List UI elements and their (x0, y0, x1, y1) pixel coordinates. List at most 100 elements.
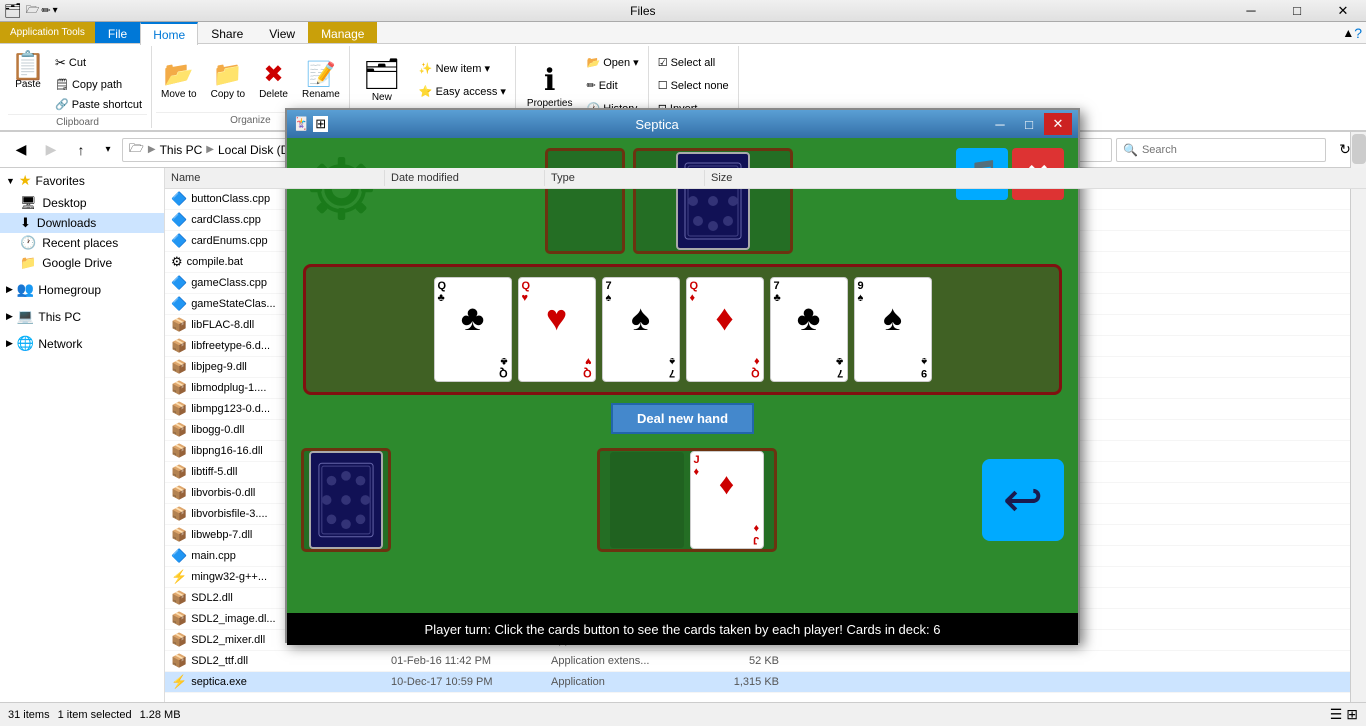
file-type-icon: 📦 (171, 464, 187, 480)
tab-home[interactable]: Home (140, 22, 198, 45)
title-bar-icons: 🗁 ✏ ▾ (26, 1, 58, 20)
ribbon-expand[interactable]: ▲ (1342, 26, 1354, 40)
top-card-slot (545, 148, 793, 254)
tab-share[interactable]: Share (198, 22, 256, 43)
help-button[interactable]: ? (1354, 25, 1362, 41)
title-bar: 🗂 🗁 ✏ ▾ Files ─ □ ✕ (0, 0, 1366, 22)
maximize-button[interactable]: □ (1274, 0, 1320, 22)
homegroup-header[interactable]: ▶ 👥 Homegroup (0, 277, 164, 302)
tab-manage[interactable]: Manage (308, 22, 377, 43)
delete-button[interactable]: ✖ Delete (254, 57, 293, 103)
this-pc-group: ▶ 💻 This PC (0, 304, 164, 329)
googledrive-icon: 📁 (20, 255, 36, 271)
col-header-type[interactable]: Type (545, 170, 705, 186)
close-button[interactable]: ✕ (1320, 0, 1366, 22)
properties-button[interactable]: ℹ Properties (520, 60, 580, 112)
selected-count: 1 item selected (58, 709, 132, 721)
card-7-clubs[interactable]: 7♣ ♣ 7♣ (770, 277, 848, 382)
file-type-icon: 📦 (171, 611, 187, 627)
file-date-cell: 10-Dec-17 10:59 PM (385, 675, 545, 689)
up-button[interactable]: ↑ (68, 137, 94, 163)
sidebar-item-googledrive[interactable]: 📁 Google Drive (0, 253, 164, 273)
favorites-header[interactable]: ▼ ★ Favorites (0, 168, 164, 193)
game-restore-button[interactable]: □ (1015, 113, 1043, 135)
edit-button[interactable]: ✏ Edit (582, 75, 644, 96)
card-q-clubs[interactable]: Q♣ ♣ Q♣ (434, 277, 512, 382)
card-q-hearts[interactable]: Q♥ ♥ Q♥ (518, 277, 596, 382)
file-type-icon: 📦 (171, 632, 187, 648)
col-header-size[interactable]: Size (705, 170, 785, 186)
forward-button[interactable]: ▶ (38, 137, 64, 163)
table-row[interactable]: ⚡ septica.exe 10-Dec-17 10:59 PM Applica… (165, 672, 1366, 693)
search-input[interactable] (1142, 144, 1319, 156)
chevron-right-icon: ▶ (6, 284, 13, 295)
tab-file[interactable]: File (95, 22, 140, 43)
file-type-icon: 📦 (171, 485, 187, 501)
sidebar-item-desktop[interactable]: 🖥 Desktop (0, 193, 164, 213)
file-type-icon: 🔷 (171, 233, 187, 249)
deal-new-hand-button[interactable]: Deal new hand (611, 403, 754, 434)
paste-shortcut-button[interactable]: 🔗 Paste shortcut (50, 95, 147, 114)
favorites-group: ▼ ★ Favorites 🖥 Desktop ⬇ Downloads 🕐 Re… (0, 168, 164, 273)
search-box[interactable]: 🔍 (1116, 138, 1326, 162)
file-type-icon: 📦 (171, 527, 187, 543)
card-9-spades[interactable]: 9♠ ♠ 9♠ (854, 277, 932, 382)
card-7-spades[interactable]: 7♠ ♠ 7♠ (602, 277, 680, 382)
recent-button[interactable]: ▾ (98, 137, 118, 163)
vertical-scrollbar[interactable] (1350, 132, 1366, 702)
col-header-date[interactable]: Date modified (385, 170, 545, 186)
search-icon: 🔍 (1123, 143, 1138, 157)
quick-access-1[interactable]: 🗁 (26, 1, 40, 20)
file-list-header: Name Date modified Type Size (165, 168, 1366, 189)
file-type-icon: 🔷 (171, 275, 187, 291)
back-button[interactable]: ◀ (8, 137, 34, 163)
tab-view[interactable]: View (256, 22, 308, 43)
view-tiles-button[interactable]: ⊞ (1346, 706, 1358, 723)
network-group: ▶ 🌐 Network (0, 331, 164, 356)
this-pc-header[interactable]: ▶ 💻 This PC (0, 304, 164, 329)
game-minimize-button[interactable]: ─ (986, 113, 1014, 135)
homegroup-group: ▶ 👥 Homegroup (0, 277, 164, 302)
app-window: 🗂 🗁 ✏ ▾ Files ─ □ ✕ Application Tools Fi… (0, 0, 1366, 726)
network-icon: 🌐 (17, 335, 34, 352)
this-pc-icon: 💻 (17, 308, 34, 325)
file-type-icon: 📦 (171, 359, 187, 375)
view-details-button[interactable]: ☰ (1330, 706, 1343, 723)
file-date-cell: 01-Feb-16 11:42 PM (385, 654, 545, 668)
cut-button[interactable]: ✂ Cut (50, 52, 147, 74)
open-button[interactable]: 📂 Open ▾ (582, 52, 644, 73)
sidebar-item-downloads[interactable]: ⬇ Downloads (0, 213, 164, 233)
game-close-button[interactable]: ✕ (1044, 113, 1072, 135)
quick-access-2[interactable]: ✏ (41, 1, 50, 20)
easy-access-button[interactable]: ⭐ Easy access ▾ (414, 81, 511, 102)
card-q-diamonds[interactable]: Q♦ ♦ Q♦ (686, 277, 764, 382)
copy-to-button[interactable]: 📁 Copy to (206, 57, 250, 103)
move-to-button[interactable]: 📂 Move to (156, 57, 202, 103)
file-type-cell: Application extens... (545, 654, 705, 668)
table-row[interactable]: 📦 SDL2_ttf.dll 01-Feb-16 11:42 PM Applic… (165, 651, 1366, 672)
sidebar-item-recent[interactable]: 🕐 Recent places (0, 233, 164, 253)
downloads-icon: ⬇ (20, 215, 31, 231)
game-title-bar: 🃏 ⊞ Septica ─ □ ✕ (287, 110, 1078, 138)
path-local-disk: Local Disk (D: (218, 143, 293, 157)
network-header[interactable]: ▶ 🌐 Network (0, 331, 164, 356)
new-folder-button[interactable]: 🗂 New (354, 54, 410, 106)
game-bottom-section: J♦ ♦ J♦ ↩ (287, 442, 1078, 558)
jack-diamonds-card[interactable]: J♦ ♦ J♦ (690, 451, 764, 549)
selected-size: 1.28 MB (140, 709, 181, 721)
select-none-button[interactable]: ☐ Select none (653, 75, 734, 96)
file-size-cell: 1,315 KB (705, 675, 785, 689)
col-header-name[interactable]: Name (165, 170, 385, 186)
copy-path-button[interactable]: 🗒 Copy path (50, 75, 147, 94)
file-name-cell: 📦 SDL2_ttf.dll (165, 652, 385, 670)
paste-button[interactable]: 📋 Paste (8, 48, 48, 93)
favorites-star-icon: ★ (19, 172, 32, 189)
paste-shortcut-icon: 🔗 (55, 98, 69, 111)
undo-button[interactable]: ↩ (982, 459, 1064, 541)
app-icon: 🗂 (4, 2, 22, 19)
file-name-cell: ⚡ septica.exe (165, 673, 385, 691)
minimize-button[interactable]: ─ (1228, 0, 1274, 22)
rename-button[interactable]: 📝 Rename (297, 57, 345, 103)
select-all-button[interactable]: ☑ Select all (653, 52, 721, 73)
new-item-button[interactable]: ✨ New item ▾ (414, 58, 511, 79)
